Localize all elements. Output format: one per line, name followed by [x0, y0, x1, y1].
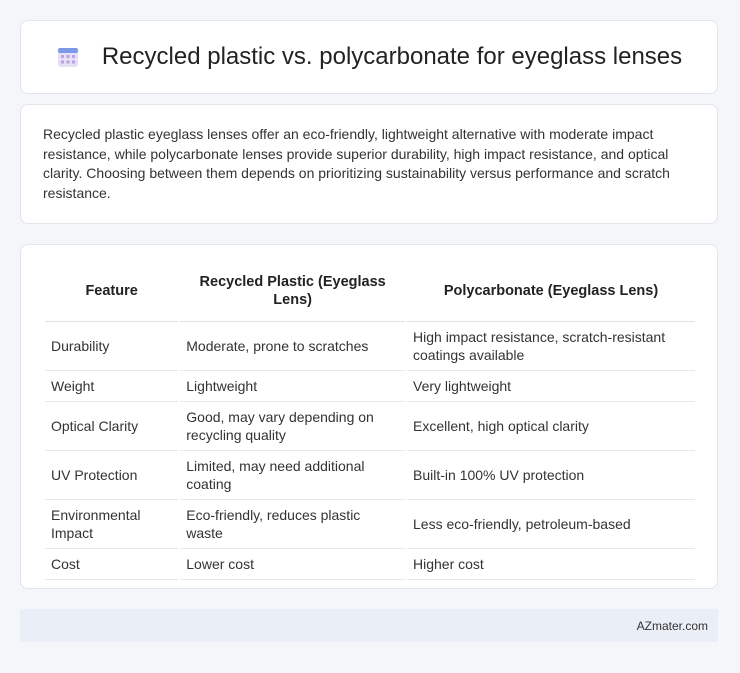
comparison-table-card: Feature Recycled Plastic (Eyeglass Lens)…: [20, 244, 718, 589]
table-cell: Optical Clarity: [45, 402, 179, 451]
comparison-table: Feature Recycled Plastic (Eyeglass Lens)…: [43, 261, 697, 580]
table-cell: Moderate, prone to scratches: [180, 322, 406, 371]
header-feature: Feature: [45, 261, 179, 322]
table-cell: Cost: [45, 549, 179, 580]
title-card: Recycled plastic vs. polycarbonate for e…: [20, 20, 718, 94]
table-cell: Higher cost: [407, 549, 695, 580]
table-cell: Very lightweight: [407, 371, 695, 402]
table-cell: UV Protection: [45, 451, 179, 500]
table-cell: Good, may vary depending on recycling qu…: [180, 402, 406, 451]
header-recycled-plastic: Recycled Plastic (Eyeglass Lens): [180, 261, 406, 322]
table-cell: Built-in 100% UV protection: [407, 451, 695, 500]
calendar-grid-icon: [56, 45, 80, 69]
table-cell: High impact resistance, scratch-resistan…: [407, 322, 695, 371]
table-row: Environmental Impact Eco-friendly, reduc…: [45, 500, 695, 549]
table-row: Optical Clarity Good, may vary depending…: [45, 402, 695, 451]
description-card: Recycled plastic eyeglass lenses offer a…: [20, 104, 718, 224]
table-cell: Lightweight: [180, 371, 406, 402]
table-header-row: Feature Recycled Plastic (Eyeglass Lens)…: [45, 261, 695, 322]
table-row: UV Protection Limited, may need addition…: [45, 451, 695, 500]
table-cell: Lower cost: [180, 549, 406, 580]
table-row: Weight Lightweight Very lightweight: [45, 371, 695, 402]
table-row: Durability Moderate, prone to scratches …: [45, 322, 695, 371]
table-cell: Weight: [45, 371, 179, 402]
footer-bar: AZmater.com: [20, 609, 718, 642]
table-cell: Excellent, high optical clarity: [407, 402, 695, 451]
table-row: Cost Lower cost Higher cost: [45, 549, 695, 580]
table-cell: Limited, may need additional coating: [180, 451, 406, 500]
table-cell: Less eco-friendly, petroleum-based: [407, 500, 695, 549]
description-text: Recycled plastic eyeglass lenses offer a…: [43, 126, 670, 201]
footer-brand[interactable]: AZmater.com: [637, 619, 708, 633]
table-cell: Eco-friendly, reduces plastic waste: [180, 500, 406, 549]
page-title: Recycled plastic vs. polycarbonate for e…: [101, 43, 683, 70]
table-cell: Environmental Impact: [45, 500, 179, 549]
header-polycarbonate: Polycarbonate (Eyeglass Lens): [407, 261, 695, 322]
table-cell: Durability: [45, 322, 179, 371]
